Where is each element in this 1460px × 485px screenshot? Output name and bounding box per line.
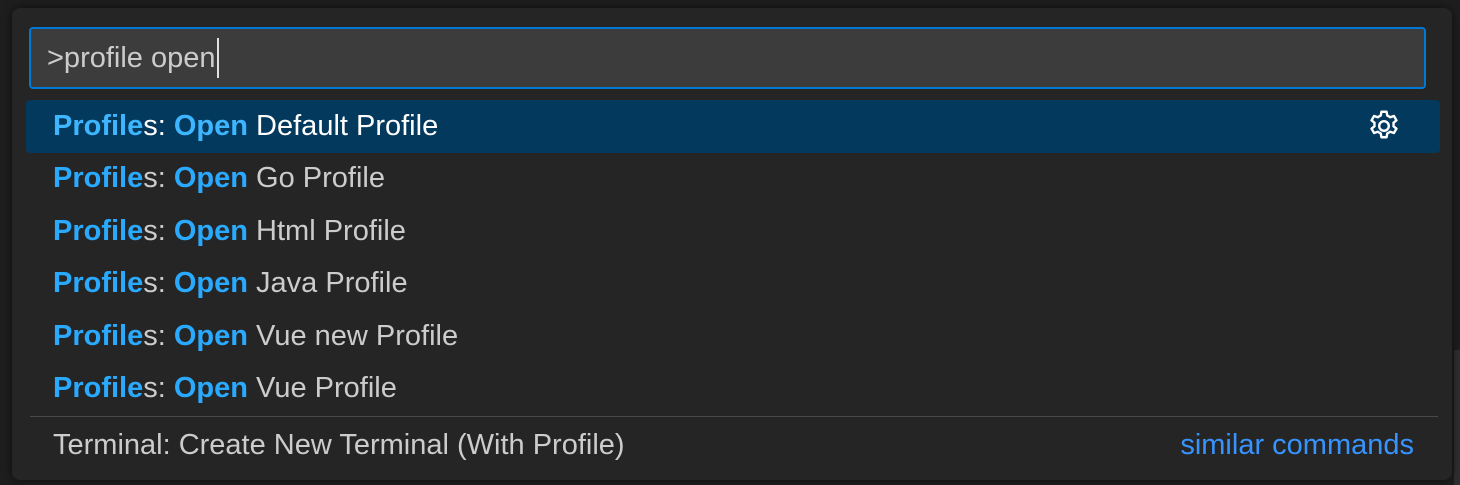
footer-command-label[interactable]: Terminal: Create New Terminal (With Prof… xyxy=(53,429,625,462)
command-input[interactable]: >profile open xyxy=(29,27,1426,89)
command-result-item[interactable]: Profiles: Open Java Profile xyxy=(26,258,1440,311)
text-caret xyxy=(216,38,219,78)
command-result-item[interactable]: Profiles: Open Vue new Profile xyxy=(26,310,1440,363)
command-result-label: Profiles: Open Go Profile xyxy=(53,162,385,195)
command-result-item[interactable]: Profiles: Open Go Profile xyxy=(26,153,1440,206)
command-result-label: Profiles: Open Java Profile xyxy=(53,267,408,300)
command-result-item[interactable]: Profiles: Open Default Profile xyxy=(26,100,1440,153)
footer-divider xyxy=(30,416,1438,417)
command-results-list: Profiles: Open Default Profile Profiles:… xyxy=(26,100,1440,415)
command-result-item[interactable]: Profiles: Open Vue Profile xyxy=(26,363,1440,416)
command-result-label: Profiles: Open Vue new Profile xyxy=(53,319,459,352)
command-result-label: Profiles: Open Vue Profile xyxy=(53,372,397,405)
similar-commands-link[interactable]: similar commands xyxy=(1180,429,1414,462)
command-palette: >profile open Profiles: Open Default Pro… xyxy=(12,8,1452,480)
palette-footer[interactable]: Terminal: Create New Terminal (With Prof… xyxy=(26,419,1440,471)
command-result-label: Profiles: Open Html Profile xyxy=(53,214,406,247)
command-result-item[interactable]: Profiles: Open Html Profile xyxy=(26,205,1440,258)
command-result-label: Profiles: Open Default Profile xyxy=(53,109,439,142)
scrollbar-strip xyxy=(1454,350,1460,485)
gear-icon[interactable] xyxy=(1366,108,1402,144)
command-input-value[interactable]: >profile open xyxy=(47,42,216,75)
